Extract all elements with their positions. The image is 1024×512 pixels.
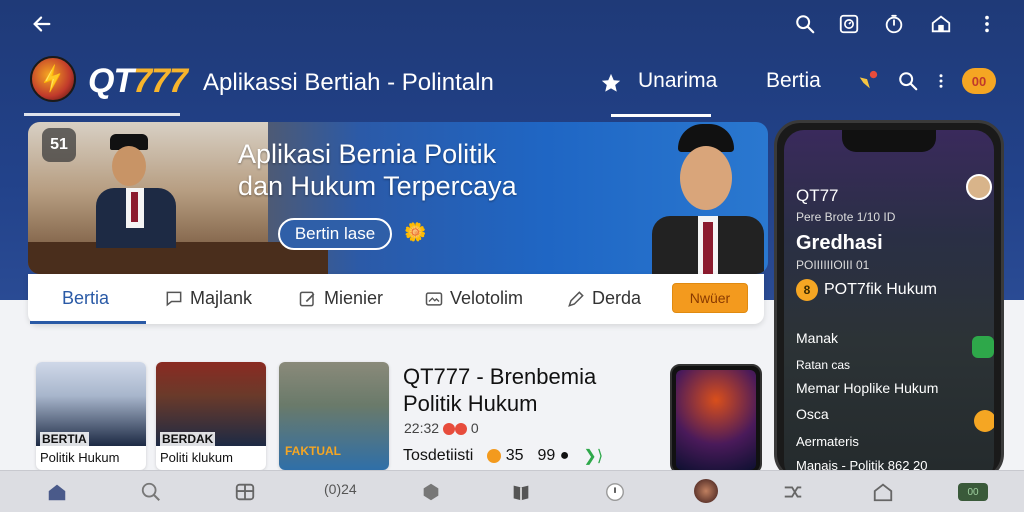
home-icon[interactable] [46,481,68,503]
article-stats: Tosdetiisti 35 99 ● ❯⟩ [403,447,604,465]
coin-icon [487,448,502,463]
tab-cta-button[interactable]: Nwüer [672,283,748,313]
image-icon [425,291,443,306]
category-tabs: Bertia Majlank Mienier Velotolim Derda N… [28,274,764,324]
share-icon: ❯⟩ [583,448,604,465]
bottom-nav: (0)24 00 [0,470,1024,512]
phone-list-item[interactable]: Manak [796,330,838,346]
edit-icon [299,291,315,306]
phone-list-item[interactable]: Osca [796,406,829,422]
phone-mockup: QT77 Pere Brote 1/10 ID Gredhasi POIIIII… [774,120,1004,482]
card-caption: FAKTUAL [285,444,341,458]
chat-chip[interactable]: 00 [962,68,996,94]
top-bar [0,0,1024,46]
phone-subtitle: Pere Brote 1/10 ID [796,210,896,224]
phone-line: POIIIIIIOIII 01 [796,258,870,272]
notification-icon[interactable] [855,68,881,94]
brand-row: ⚡ QT777 Aplikassi Bertiah - Polintaln Un… [0,52,1024,117]
timer-box-icon[interactable] [836,11,862,37]
compass-icon[interactable] [604,481,626,503]
chat-icon [166,291,182,306]
cube-icon[interactable] [420,481,442,503]
tab-active-indicator [30,321,146,324]
coin-icon: 8 [796,279,818,301]
card-caption: BERDAK [160,432,216,446]
article-title[interactable]: QT777 - Brenbemia Politik Hukum [403,363,643,417]
home-icon[interactable] [928,11,954,37]
search-icon[interactable] [792,11,818,37]
phone-list-item[interactable]: Ratan cas [796,358,850,372]
tab-bertia[interactable]: Bertia [62,288,109,309]
hero-banner[interactable]: 51 Aplikasi Bernia Politik dan Hukum Ter… [28,122,768,274]
brand-logo[interactable]: ⚡ [30,56,76,102]
tab-mienier[interactable]: Mienier [298,288,383,309]
tab-derda[interactable]: Derda [566,288,641,309]
nav-item-unarima[interactable]: Unarima [638,69,717,93]
search-icon[interactable] [896,69,920,93]
nav-item-bertia[interactable]: Bertia [766,69,821,93]
phone-category-pill[interactable]: 8 POT7fik Hukum [796,276,986,304]
more-vertical-icon[interactable] [976,11,998,37]
phone-list-item[interactable]: Aermateris [796,434,859,449]
brand-underline [24,113,180,116]
card-subcaption: Politik Hukum [40,450,120,465]
battery-icon[interactable]: 00 [958,483,988,501]
phone-notch [842,130,936,152]
app-title: Aplikassi Bertiah - Polintaln [203,69,494,96]
avatar-icon[interactable] [694,479,718,503]
article-meta: 22:32 0 [404,420,479,436]
card-subcaption: Politi klukum [160,450,233,465]
news-card[interactable]: BERDAK Politi klukum [156,362,266,470]
grid-icon[interactable] [234,481,256,503]
banner-title: Aplikasi Bernia Politik dan Hukum Terper… [238,139,517,201]
phone-list-item[interactable]: Memar Hoplike Hukum [796,380,938,396]
desk-image [28,242,328,274]
article-source: Tosdetiisti [403,447,474,464]
badge-icon[interactable]: (0)24 [324,481,357,497]
orange-badge-icon [974,410,994,432]
brand-name: QT777 [88,62,188,100]
tab-velotolim[interactable]: Velotolim [424,288,523,309]
star-icon [600,72,622,94]
banner-button[interactable]: Bertin lase [278,218,392,250]
news-card[interactable]: BERTIA Politik Hukum [36,362,146,470]
home-outline-icon[interactable] [872,481,894,503]
clock-icon[interactable] [881,11,907,37]
flower-icon: 🌼 [404,222,427,242]
arrow-left-icon[interactable] [28,10,56,38]
banner-badge[interactable]: 51 [42,128,76,162]
nav-active-indicator [611,114,711,117]
card-caption: BERTIA [40,432,89,446]
avatar[interactable] [966,174,992,200]
green-badge-icon [972,336,994,358]
phone-brand: QT77 [796,186,839,205]
book-icon[interactable] [510,481,532,503]
tab-majlank[interactable]: Majlank [164,288,252,309]
mini-phone-preview[interactable] [670,364,762,474]
search-icon[interactable] [140,481,162,503]
news-card[interactable]: FAKTUAL [279,362,389,470]
phone-heading: Gredhasi [796,232,883,254]
shuffle-icon[interactable] [782,481,804,503]
pencil-icon [568,290,584,307]
more-vertical-icon[interactable] [932,69,950,93]
